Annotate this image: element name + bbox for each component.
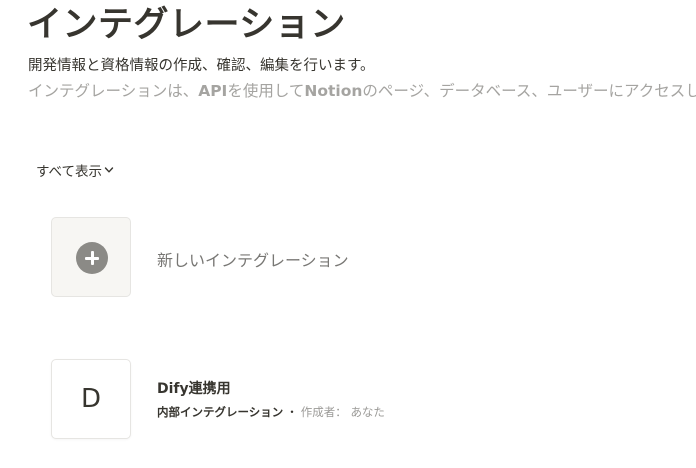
integrations-page: インテグレーション 開発情報と資格情報の作成、確認、編集を行います。 インテグレ… [0, 0, 696, 468]
subdescription-part: を使用して [227, 82, 305, 100]
integration-author: あなた [350, 405, 385, 419]
integration-type: 内部インテグレーション [157, 405, 284, 419]
integration-card[interactable]: D [51, 359, 131, 439]
new-integration-label[interactable]: 新しいインテグレーション [157, 247, 349, 271]
chevron-down-icon [104, 167, 114, 173]
subdescription-part: のページ、データベース、ユーザーにアクセスします。 [362, 82, 696, 100]
new-integration-card[interactable] [51, 217, 131, 297]
subdescription-api: API [198, 82, 228, 100]
integration-name[interactable]: Dify連携用 [157, 378, 231, 398]
plus-icon [76, 242, 108, 274]
subdescription-part: インテグレーションは、 [28, 82, 199, 100]
page-subdescription: インテグレーションは、APIを使用してNotionのページ、データベース、ユーザ… [28, 78, 696, 104]
integration-meta: 内部インテグレーション・作成者： あなた [157, 404, 385, 420]
subdescription-notion: Notion [304, 82, 363, 100]
filter-label: すべて表示 [36, 164, 103, 180]
meta-separator: ・ [286, 405, 298, 419]
filter-dropdown[interactable]: すべて表示 [36, 160, 114, 180]
integration-author-label: 作成者： [300, 405, 347, 419]
page-description: 開発情報と資格情報の作成、確認、編集を行います。 [28, 58, 375, 74]
page-title: インテグレーション [27, 5, 346, 45]
integration-avatar: D [80, 384, 102, 414]
